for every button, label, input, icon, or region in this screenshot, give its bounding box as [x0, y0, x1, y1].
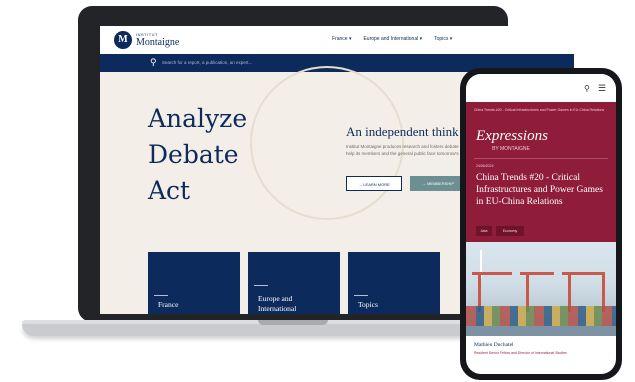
- breadcrumb[interactable]: China Trends #20 - Critical Infrastructu…: [474, 108, 610, 113]
- menu-icon[interactable]: ☰: [598, 83, 606, 94]
- learn-more-button[interactable]: → LEARN MORE: [346, 176, 402, 191]
- search-icon[interactable]: ⚲: [150, 57, 157, 68]
- tag-asia[interactable]: Asia: [476, 226, 492, 236]
- laptop-notch: [258, 320, 328, 325]
- membership-button[interactable]: → MEMBERSHIP: [410, 176, 466, 191]
- main-nav: France ▾ Europe and International ▾ Topi…: [332, 36, 452, 42]
- tile-france[interactable]: France: [148, 252, 240, 314]
- series-byline: BY MONTAIGNE: [492, 146, 530, 152]
- divider: [474, 158, 608, 159]
- article-title: China Trends #20 - Critical Infrastructu…: [476, 173, 603, 207]
- hero-word-act: Act: [148, 176, 191, 205]
- nav-france[interactable]: France ▾: [332, 36, 351, 42]
- tile-europe-international[interactable]: Europe and International: [248, 252, 340, 314]
- phone-screen: ⚲ ☰ China Trends #20 - Critical Infrastr…: [466, 74, 616, 374]
- author-role: Resident Senior Fellow and Director of I…: [474, 351, 567, 355]
- tile-divider: [154, 295, 168, 296]
- tile-divider: [354, 295, 368, 296]
- tile-label: France: [158, 300, 179, 309]
- logo-mark[interactable]: M: [114, 31, 132, 49]
- logo-text[interactable]: Montaigne: [136, 37, 179, 48]
- tile-divider: [254, 285, 268, 286]
- nav-topics[interactable]: Topics ▾: [434, 36, 452, 42]
- hero-word-analyze: Analyze: [148, 104, 248, 133]
- article-hero: China Trends #20 - Critical Infrastructu…: [466, 102, 616, 242]
- nav-europe-international[interactable]: Europe and International ▾: [363, 36, 422, 42]
- search-icon[interactable]: ⚲: [584, 84, 590, 93]
- tile-label: Europe and International: [258, 294, 297, 313]
- hero-word-debate: Debate: [148, 140, 239, 169]
- site-header: M INSTITUT Montaigne France ▾ Europe and…: [100, 26, 574, 54]
- tile-label: Topics: [358, 300, 378, 309]
- search-input[interactable]: Search for a report, a publication, an e…: [162, 60, 252, 65]
- phone-mockup: ⚲ ☰ China Trends #20 - Critical Infrastr…: [460, 68, 622, 380]
- article-photo-port: [466, 242, 616, 336]
- tile-topics[interactable]: Topics: [348, 252, 440, 314]
- author-name[interactable]: Mathieu Duchatel: [474, 342, 514, 348]
- tag-economy[interactable]: Economy: [496, 226, 524, 236]
- watermark-emblem: [250, 66, 404, 220]
- water: [466, 326, 616, 336]
- series-title: Expressions: [476, 128, 548, 144]
- phone-header: ⚲ ☰: [466, 74, 616, 102]
- article-date: 24/06/2024: [476, 164, 494, 168]
